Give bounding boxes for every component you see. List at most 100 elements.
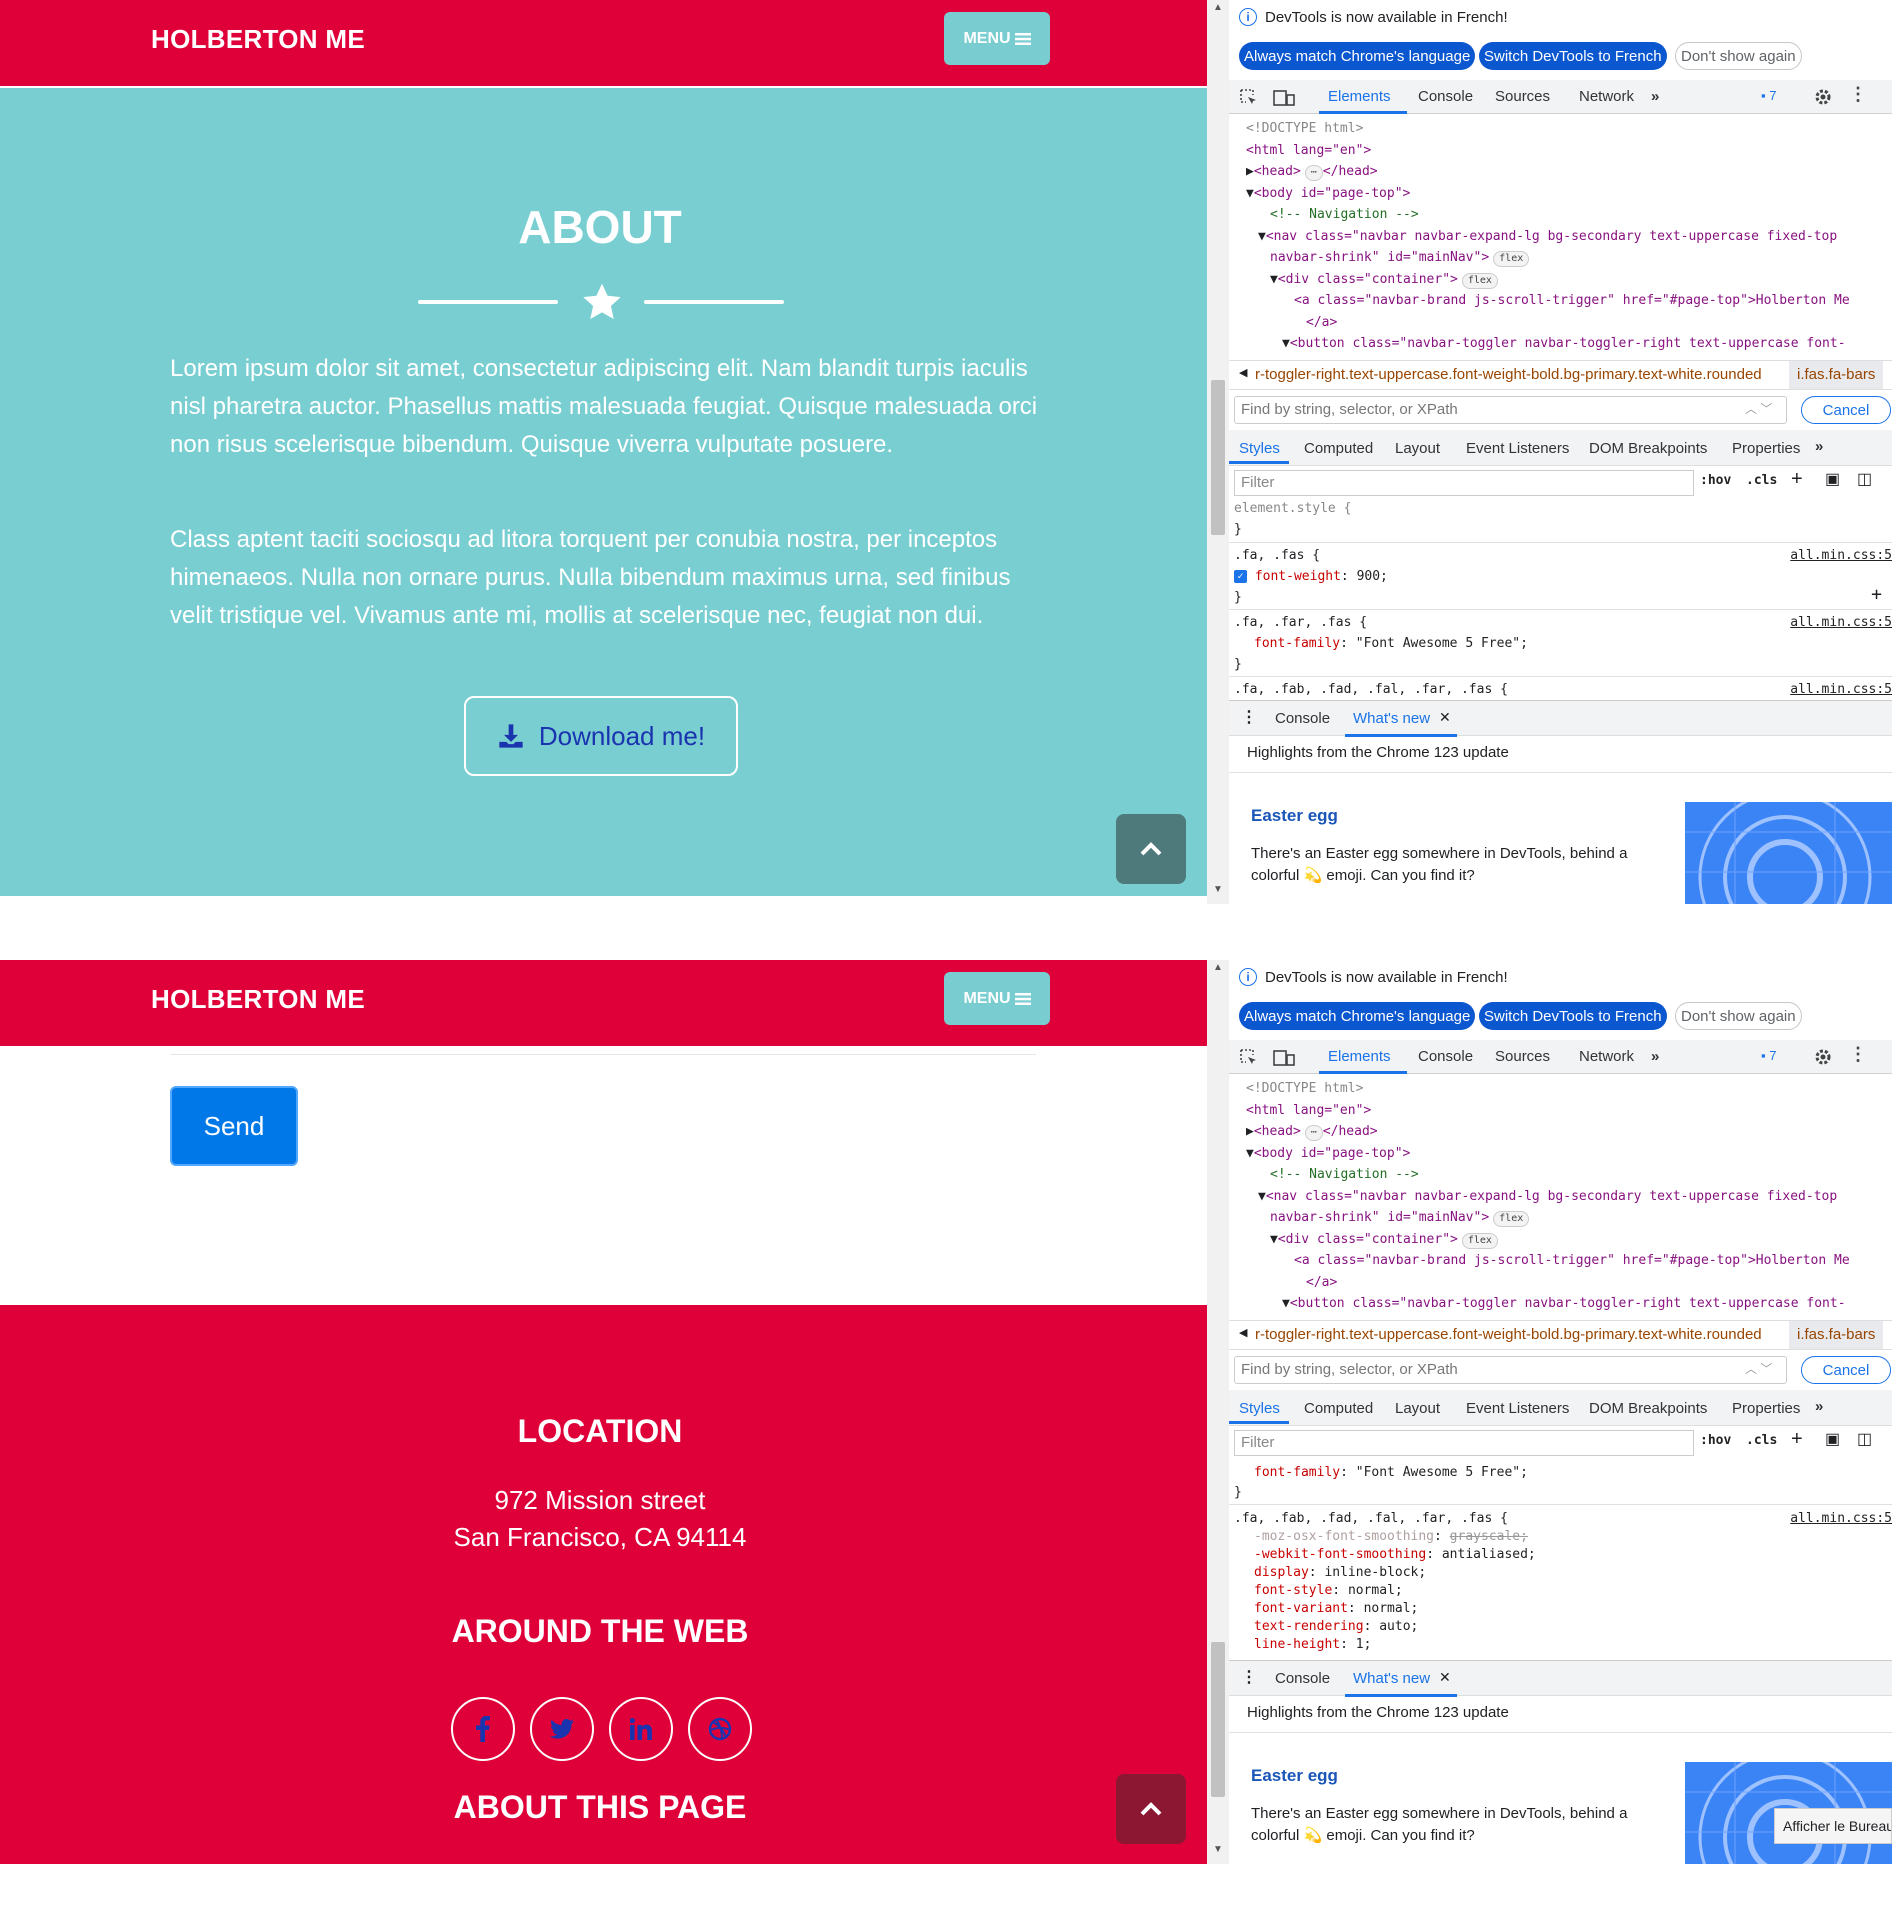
sidebar-toggle-icon[interactable]: ◫ bbox=[1857, 469, 1872, 489]
breadcrumb-item[interactable]: r-toggler-right.text-uppercase.font-weig… bbox=[1255, 366, 1762, 383]
tab-network[interactable]: Network bbox=[1579, 88, 1634, 105]
drawer-tab-whats-new[interactable]: What's new bbox=[1353, 710, 1430, 727]
dom-comment[interactable]: <!-- Navigation --> bbox=[1270, 204, 1419, 226]
dribbble-link[interactable] bbox=[688, 1697, 752, 1761]
kebab-menu-icon[interactable]: ⋮ bbox=[1849, 84, 1867, 105]
rule-2-decl[interactable]: font-family: "Font Awesome 5 Free"; bbox=[1254, 1462, 1528, 1484]
scrollbar-thumb[interactable] bbox=[1211, 380, 1225, 535]
flex-badge[interactable]: flex bbox=[1461, 1233, 1498, 1249]
paint-brush-icon[interactable]: ▣ bbox=[1825, 469, 1840, 489]
rule-2-selector[interactable]: .fa, .far, .fas { bbox=[1234, 612, 1367, 634]
dont-show-again-button[interactable]: Don't show again bbox=[1675, 1002, 1802, 1030]
cls-toggle[interactable]: .cls bbox=[1746, 473, 1777, 488]
close-icon[interactable]: ✕ bbox=[1439, 709, 1451, 726]
subtab-properties[interactable]: Properties bbox=[1732, 440, 1800, 457]
styles-filter-input[interactable]: Filter bbox=[1234, 470, 1694, 496]
flex-badge[interactable]: flex bbox=[1493, 1211, 1530, 1227]
expand-triangle-icon[interactable]: ▶ bbox=[1246, 1124, 1254, 1139]
dom-a-close[interactable]: </a> bbox=[1306, 312, 1337, 334]
dom-button[interactable]: ▼<button class="navbar-toggler navbar-to… bbox=[1282, 333, 1846, 355]
collapse-triangle-icon[interactable]: ▼ bbox=[1258, 229, 1266, 244]
dont-show-again-button[interactable]: Don't show again bbox=[1675, 42, 1802, 70]
rule-1-decl[interactable]: ✓ font-weight: 900; bbox=[1234, 566, 1388, 588]
find-input[interactable]: Find by string, selector, or XPath bbox=[1234, 396, 1787, 424]
subtab-styles[interactable]: Styles bbox=[1239, 440, 1280, 457]
breadcrumb-item-selected[interactable]: i.fas.fa-bars bbox=[1789, 361, 1884, 389]
dom-head[interactable]: ▶<head> ⋯ </head> bbox=[1246, 161, 1378, 183]
dom-nav-cont[interactable]: navbar-shrink" id="mainNav"> flex bbox=[1270, 247, 1530, 269]
rule-1-selector[interactable]: .fa, .fas { bbox=[1234, 545, 1320, 567]
dom-doctype[interactable]: <!DOCTYPE html> bbox=[1246, 118, 1363, 140]
twitter-link[interactable] bbox=[530, 1697, 594, 1761]
ellipsis-badge[interactable]: ⋯ bbox=[1304, 1125, 1323, 1141]
find-input[interactable]: Find by string, selector, or XPath bbox=[1234, 1356, 1787, 1384]
scroll-down-arrow-icon[interactable]: ▼ bbox=[1213, 884, 1223, 895]
download-button[interactable]: Download me! bbox=[464, 696, 738, 776]
easter-egg-link[interactable]: Easter egg bbox=[1251, 1766, 1338, 1786]
add-declaration-icon[interactable]: + bbox=[1871, 584, 1882, 606]
subtab-event-listeners[interactable]: Event Listeners bbox=[1466, 440, 1569, 457]
tab-network[interactable]: Network bbox=[1579, 1048, 1634, 1065]
tab-console[interactable]: Console bbox=[1418, 1048, 1473, 1065]
scroll-to-top-button[interactable] bbox=[1116, 1774, 1186, 1844]
dom-html[interactable]: <html lang="en"> bbox=[1246, 140, 1371, 162]
dom-nav[interactable]: ▼<nav class="navbar navbar-expand-lg bg-… bbox=[1258, 226, 1837, 248]
paint-brush-icon[interactable]: ▣ bbox=[1825, 1429, 1840, 1449]
device-toolbar-icon[interactable] bbox=[1273, 1048, 1295, 1068]
rule-2-source-link[interactable]: all.min.css:5 bbox=[1790, 612, 1892, 634]
dom-nav[interactable]: ▼<nav class="navbar navbar-expand-lg bg-… bbox=[1258, 1186, 1837, 1208]
inspect-element-icon[interactable] bbox=[1239, 1048, 1259, 1068]
add-rule-icon[interactable]: + bbox=[1791, 1428, 1803, 1451]
collapse-triangle-icon[interactable]: ▼ bbox=[1258, 1189, 1266, 1204]
dom-head[interactable]: ▶<head> ⋯ </head> bbox=[1246, 1121, 1378, 1143]
more-tabs-icon[interactable]: » bbox=[1651, 88, 1659, 105]
scroll-down-arrow-icon[interactable]: ▼ bbox=[1213, 1844, 1223, 1855]
more-tabs-icon[interactable]: » bbox=[1651, 1048, 1659, 1065]
switch-to-french-button[interactable]: Switch DevTools to French bbox=[1479, 1002, 1667, 1030]
find-cancel-button[interactable]: Cancel bbox=[1801, 1356, 1891, 1384]
menu-button[interactable]: MENU bbox=[944, 12, 1050, 65]
subtab-computed[interactable]: Computed bbox=[1304, 1400, 1373, 1417]
kebab-menu-icon[interactable]: ⋮ bbox=[1849, 1044, 1867, 1065]
dom-html[interactable]: <html lang="en"> bbox=[1246, 1100, 1371, 1122]
rule-1-source-link[interactable]: all.min.css:5 bbox=[1790, 545, 1892, 567]
subtab-computed[interactable]: Computed bbox=[1304, 440, 1373, 457]
scroll-to-top-button[interactable] bbox=[1116, 814, 1186, 884]
breadcrumb-item-selected[interactable]: i.fas.fa-bars bbox=[1789, 1321, 1884, 1349]
page-scrollbar[interactable]: ▲ ▼ bbox=[1207, 0, 1229, 904]
dom-a-close[interactable]: </a> bbox=[1306, 1272, 1337, 1294]
styles-filter-input[interactable]: Filter bbox=[1234, 1430, 1694, 1456]
find-prev-next-icon[interactable]: ︿ ﹀ bbox=[1745, 400, 1772, 417]
tab-elements[interactable]: Elements bbox=[1328, 88, 1391, 105]
collapse-triangle-icon[interactable]: ▼ bbox=[1246, 1146, 1254, 1161]
subtab-styles[interactable]: Styles bbox=[1239, 1400, 1280, 1417]
subtab-dom-breakpoints[interactable]: DOM Breakpoints bbox=[1589, 440, 1707, 457]
collapse-triangle-icon[interactable]: ▼ bbox=[1270, 272, 1278, 287]
settings-gear-icon[interactable] bbox=[1813, 87, 1833, 107]
subtab-layout[interactable]: Layout bbox=[1395, 1400, 1440, 1417]
ellipsis-badge[interactable]: ⋯ bbox=[1304, 165, 1323, 181]
drawer-tab-console[interactable]: Console bbox=[1275, 710, 1330, 727]
menu-button[interactable]: MENU bbox=[944, 972, 1050, 1025]
settings-gear-icon[interactable] bbox=[1813, 1047, 1833, 1067]
expand-triangle-icon[interactable]: ▶ bbox=[1246, 164, 1254, 179]
add-rule-icon[interactable]: + bbox=[1791, 468, 1803, 491]
page-scrollbar[interactable]: ▲ ▼ bbox=[1207, 960, 1229, 1864]
tab-elements[interactable]: Elements bbox=[1328, 1048, 1391, 1065]
element-style-selector[interactable]: element.style { bbox=[1234, 498, 1351, 520]
dom-container[interactable]: ▼<div class="container"> flex bbox=[1270, 269, 1498, 291]
more-subtabs-icon[interactable]: » bbox=[1815, 438, 1823, 455]
dom-brand-link[interactable]: <a class="navbar-brand js-scroll-trigger… bbox=[1294, 1250, 1850, 1272]
dom-comment[interactable]: <!-- Navigation --> bbox=[1270, 1164, 1419, 1186]
issues-badge[interactable]: ▪ 7 bbox=[1761, 1048, 1776, 1063]
navbar-brand[interactable]: HOLBERTON ME bbox=[151, 984, 365, 1015]
rule-3-source-link[interactable]: all.min.css:5 bbox=[1790, 1508, 1892, 1530]
drawer-tab-whats-new[interactable]: What's new bbox=[1353, 1670, 1430, 1687]
dom-body[interactable]: ▼<body id="page-top"> bbox=[1246, 183, 1410, 205]
hov-toggle[interactable]: :hov bbox=[1700, 473, 1731, 488]
scroll-up-arrow-icon[interactable]: ▲ bbox=[1213, 2, 1223, 13]
drawer-menu-icon[interactable]: ⋮ bbox=[1241, 1667, 1257, 1687]
sidebar-toggle-icon[interactable]: ◫ bbox=[1857, 1429, 1872, 1449]
drawer-tab-console[interactable]: Console bbox=[1275, 1670, 1330, 1687]
hov-toggle[interactable]: :hov bbox=[1700, 1433, 1731, 1448]
